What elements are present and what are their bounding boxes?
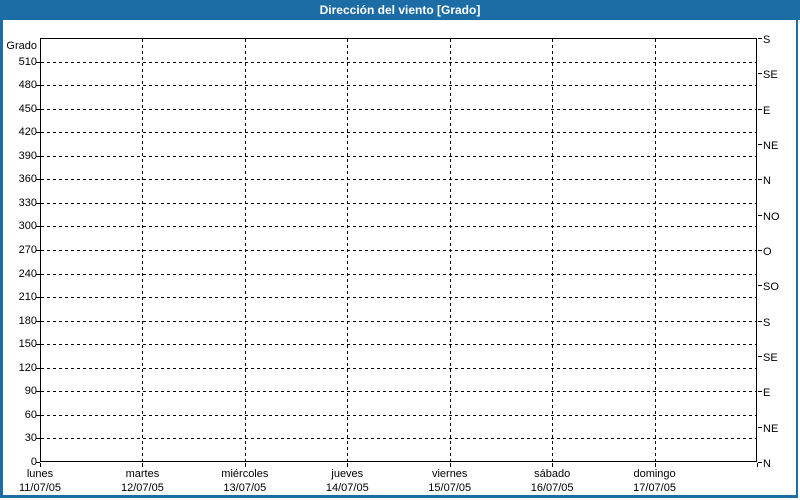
x-axis-tick [552, 463, 553, 467]
chart-window: Dirección del viento [Grado] Grado 0 30 60… [0, 0, 800, 500]
compass-axis-tick [758, 462, 762, 463]
window-border-bottom [0, 495, 798, 498]
compass-axis-tick [758, 427, 762, 428]
x-date-label: 11/07/05 [19, 482, 61, 494]
grid-line-horizontal [41, 274, 756, 275]
grid-line-horizontal [41, 203, 756, 204]
y-axis-title: Grado [6, 40, 37, 52]
x-day-name-label: martes [126, 468, 160, 480]
grid-line-horizontal [41, 226, 756, 227]
y-axis-tick-label: 240 [7, 268, 37, 280]
y-axis-tick-label: 150 [7, 338, 37, 350]
compass-tick-label: N [763, 175, 771, 187]
y-axis-tick-label: 480 [7, 79, 37, 91]
y-axis-tick-label: 210 [7, 291, 37, 303]
compass-tick-label: S [763, 34, 770, 46]
x-axis-tick [450, 463, 451, 467]
grid-line-vertical [347, 39, 348, 461]
x-axis-tick [655, 463, 656, 467]
x-day-name-label: viernes [432, 468, 467, 480]
grid-line-horizontal [41, 250, 756, 251]
y-axis-tick-label: 180 [7, 315, 37, 327]
compass-tick-label: SE [763, 69, 778, 81]
x-date-label: 17/07/05 [633, 482, 676, 494]
x-day-name-label: domingo [633, 468, 675, 480]
compass-tick-label: E [763, 387, 770, 399]
window-border-left [0, 20, 3, 498]
grid-line-horizontal [41, 415, 756, 416]
grid-line-horizontal [41, 132, 756, 133]
x-axis-tick [347, 463, 348, 467]
y-axis-tick-label: 300 [7, 220, 37, 232]
compass-axis-tick [758, 73, 762, 74]
x-axis-tick [142, 463, 143, 467]
x-date-label: 16/07/05 [531, 482, 574, 494]
y-axis-tick-label: 0 [7, 456, 37, 468]
compass-tick-label: E [763, 105, 770, 117]
y-axis-tick-label: 30 [7, 432, 37, 444]
grid-line-vertical [552, 39, 553, 461]
compass-axis-tick [758, 321, 762, 322]
x-axis-tick [245, 463, 246, 467]
grid-line-horizontal [41, 344, 756, 345]
grid-line-vertical [450, 39, 451, 461]
x-axis-tick [757, 463, 758, 467]
grid-line-horizontal [41, 62, 756, 63]
grid-line-horizontal [41, 391, 756, 392]
compass-tick-label: SE [763, 352, 778, 364]
x-date-label: 14/07/05 [326, 482, 369, 494]
compass-axis-tick [758, 215, 762, 216]
y-axis-tick-label: 450 [7, 103, 37, 115]
y-axis-tick-label: 90 [7, 385, 37, 397]
compass-axis-tick [758, 285, 762, 286]
grid-line-vertical [142, 39, 143, 461]
x-day-name-label: jueves [331, 468, 363, 480]
grid-line-horizontal [41, 438, 756, 439]
y-axis-tick-label: 420 [7, 126, 37, 138]
grid-line-vertical [655, 39, 656, 461]
y-axis-tick-label: 390 [7, 150, 37, 162]
x-date-label: 15/07/05 [428, 482, 471, 494]
compass-axis-tick [758, 38, 762, 39]
y-axis-tick-label: 360 [7, 173, 37, 185]
x-day-name-label: miércoles [221, 468, 268, 480]
y-axis-tick-label: 270 [7, 244, 37, 256]
compass-axis-tick [758, 391, 762, 392]
x-date-label: 13/07/05 [223, 482, 266, 494]
y-axis-tick-label: 330 [7, 197, 37, 209]
x-day-name-label: lunes [27, 468, 53, 480]
compass-tick-label: NE [763, 423, 778, 435]
compass-axis-tick [758, 179, 762, 180]
compass-tick-label: N [763, 458, 771, 470]
grid-line-horizontal [41, 368, 756, 369]
y-axis-tick-label: 60 [7, 409, 37, 421]
x-date-label: 12/07/05 [121, 482, 164, 494]
compass-tick-label: SO [763, 281, 779, 293]
grid-line-horizontal [41, 109, 756, 110]
title-bar: Dirección del viento [Grado] [0, 0, 800, 20]
grid-line-horizontal [41, 85, 756, 86]
y-axis-tick-label: 120 [7, 362, 37, 374]
compass-axis-tick [758, 109, 762, 110]
compass-tick-label: O [763, 246, 772, 258]
compass-axis-tick [758, 144, 762, 145]
grid-line-horizontal [41, 156, 756, 157]
y-axis-tick-label: 510 [7, 56, 37, 68]
compass-tick-label: NE [763, 140, 778, 152]
grid-line-horizontal [41, 179, 756, 180]
chart-title: Dirección del viento [Grado] [320, 3, 481, 17]
x-day-name-label: sábado [534, 468, 570, 480]
compass-tick-label: S [763, 317, 770, 329]
grid-line-horizontal [41, 297, 756, 298]
grid-line-horizontal [41, 321, 756, 322]
window-border-right [796, 20, 798, 498]
grid-line-vertical [245, 39, 246, 461]
x-axis-tick [40, 463, 41, 467]
compass-tick-label: NO [763, 211, 780, 223]
compass-axis-tick [758, 250, 762, 251]
compass-axis-tick [758, 356, 762, 357]
